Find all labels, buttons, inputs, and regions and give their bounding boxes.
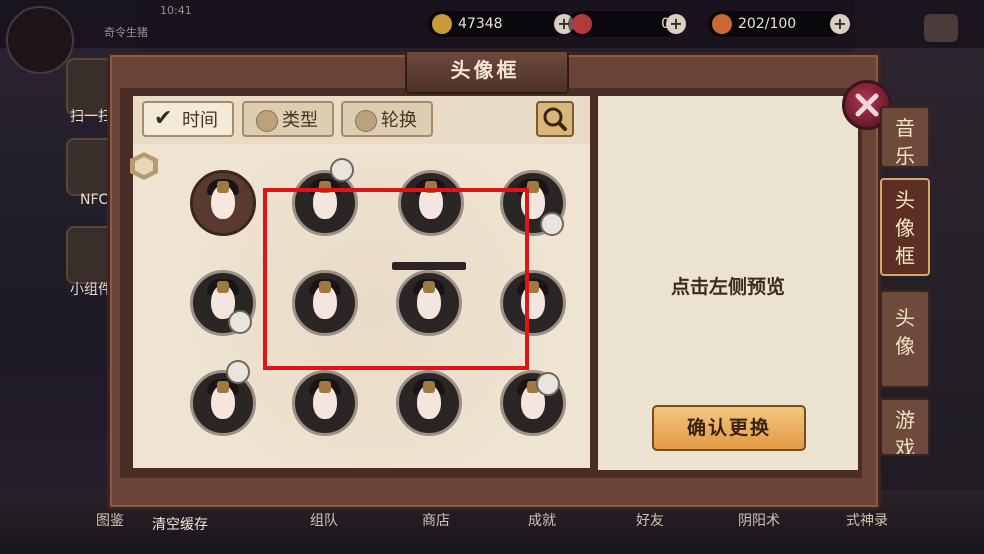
tab-game-label: 游戏 bbox=[895, 408, 915, 456]
gold-resource: 47348 + bbox=[428, 11, 574, 37]
add-stamina-button[interactable]: + bbox=[830, 14, 850, 34]
dialog-title: 头像框 bbox=[450, 58, 520, 82]
crown-icon bbox=[217, 381, 229, 393]
filter-time-label: 时间 bbox=[182, 110, 218, 131]
avatar-frame-item[interactable] bbox=[396, 370, 462, 436]
checkmark-icon: ✔ bbox=[154, 106, 173, 131]
filter-rotation[interactable]: 轮换 bbox=[341, 101, 433, 137]
tab-avatar-label: 头像 bbox=[895, 306, 915, 358]
stamina-resource: 202/100 + bbox=[708, 11, 850, 37]
crown-icon bbox=[217, 281, 229, 293]
bottom-item-achievement[interactable]: 成就 bbox=[528, 510, 556, 530]
moon-icon bbox=[228, 310, 252, 334]
avatar-frame-item[interactable] bbox=[292, 370, 358, 436]
bottom-item-team[interactable]: 组队 bbox=[310, 510, 338, 530]
preview-hint: 点击左侧预览 bbox=[670, 276, 785, 298]
bottom-item-handbook[interactable]: 图鉴 bbox=[96, 510, 124, 530]
lucky-cat-icon bbox=[536, 372, 560, 396]
tab-avatar-frame-label: 头像框 bbox=[895, 188, 915, 268]
add-jade-button[interactable]: + bbox=[666, 14, 686, 34]
tab-music[interactable]: 音乐 bbox=[880, 106, 930, 168]
gold-value: 47348 bbox=[458, 16, 503, 32]
wing-icon bbox=[540, 212, 564, 236]
fox-mask-icon bbox=[330, 158, 354, 182]
bottom-item-shikigami[interactable]: 式神录 bbox=[846, 510, 888, 530]
tab-avatar-frame[interactable]: 头像框 bbox=[880, 178, 930, 276]
mask-icon bbox=[226, 360, 250, 384]
radio-dot-icon bbox=[355, 110, 377, 132]
jade-resource: 0 + bbox=[568, 11, 686, 37]
stamina-icon bbox=[712, 14, 732, 34]
widgets-label: 小组件 bbox=[70, 282, 112, 298]
highlight-box bbox=[263, 188, 529, 370]
stamina-value: 202/100 bbox=[738, 16, 797, 32]
crown-icon bbox=[423, 381, 435, 393]
filter-type-label: 类型 bbox=[282, 110, 318, 131]
crown-icon bbox=[319, 381, 331, 393]
bottom-item-clear-cache[interactable]: 清空缓存 bbox=[152, 514, 208, 534]
player-avatar[interactable] bbox=[6, 6, 74, 74]
filter-rotation-label: 轮换 bbox=[381, 110, 417, 131]
tab-music-label: 音乐 bbox=[895, 116, 915, 168]
search-icon bbox=[543, 107, 567, 131]
tab-avatar[interactable]: 头像 bbox=[880, 290, 930, 388]
scan-label: 扫一扫 bbox=[70, 109, 112, 125]
radio-dot-icon bbox=[256, 110, 278, 132]
confirm-change-button[interactable]: 确认更换 bbox=[652, 405, 806, 451]
bottom-item-shop[interactable]: 商店 bbox=[422, 510, 450, 530]
bottom-item-onmyoji[interactable]: 阴阳术 bbox=[738, 510, 780, 530]
bottom-item-friends[interactable]: 好友 bbox=[636, 510, 664, 530]
search-button[interactable] bbox=[536, 101, 574, 137]
gold-coin-icon bbox=[432, 14, 452, 34]
status-subtitle: 奇令生猪 bbox=[104, 26, 148, 39]
crown-icon bbox=[217, 181, 229, 193]
chat-icon[interactable] bbox=[924, 14, 958, 42]
avatar-frame-item[interactable] bbox=[190, 170, 256, 236]
tab-game[interactable]: 游戏 bbox=[880, 398, 930, 456]
filter-time[interactable]: ✔ 时间 bbox=[142, 101, 234, 137]
filter-type[interactable]: 类型 bbox=[242, 101, 334, 137]
jade-icon bbox=[572, 14, 592, 34]
nfc-label: NFC bbox=[80, 192, 109, 208]
status-time: 10:41 bbox=[160, 4, 192, 17]
